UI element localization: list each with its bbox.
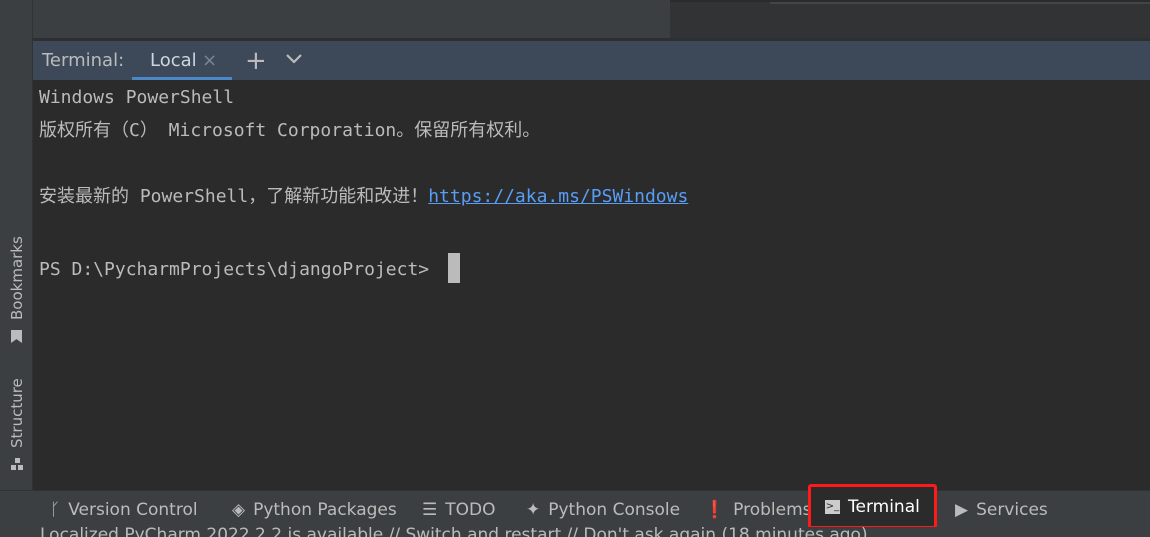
bookmarks-tab[interactable]: Bookmarks bbox=[8, 236, 26, 320]
tool-window-bar: ᚴ Version Control ◈ Python Packages ☰ TODO … bbox=[0, 484, 1150, 529]
terminal-header: Terminal: Local × + bbox=[33, 41, 1150, 80]
editor-area-right bbox=[670, 0, 1150, 38]
bookmark-icon bbox=[11, 330, 22, 343]
terminal-line: Windows PowerShell bbox=[39, 87, 235, 108]
cursor bbox=[447, 253, 460, 283]
terminal-output[interactable]: Windows PowerShell 版权所有（C） Microsoft Cor… bbox=[33, 80, 1150, 490]
editor-area bbox=[33, 0, 670, 38]
tab-local[interactable]: Local × bbox=[132, 41, 232, 80]
chevron-down-icon[interactable] bbox=[285, 50, 303, 68]
prompt-line[interactable]: PS D:\PycharmProjects\djangoProject> bbox=[39, 253, 1144, 286]
toolwindow-python-packages[interactable]: ◈ Python Packages bbox=[232, 491, 397, 528]
alert-icon: ❗ bbox=[704, 499, 726, 520]
toolwindow-terminal[interactable]: >_ Terminal bbox=[808, 484, 937, 529]
add-tab-button[interactable]: + bbox=[245, 46, 267, 76]
tab-label: Local bbox=[150, 50, 197, 71]
terminal-line: 版权所有（C） Microsoft Corporation。保留所有权利。 bbox=[39, 120, 541, 141]
status-message[interactable]: Localized PyCharm 2022.2.2 is available … bbox=[40, 527, 868, 537]
left-tool-strip: Bookmarks Structure bbox=[0, 0, 33, 490]
toolwindow-todo[interactable]: ☰ TODO bbox=[422, 491, 496, 528]
terminal-line: 安装最新的 PowerShell，了解新功能和改进！https://aka.ms… bbox=[39, 186, 689, 207]
layers-icon: ◈ bbox=[232, 499, 246, 520]
status-bar: Localized PyCharm 2022.2.2 is available … bbox=[0, 527, 1150, 537]
toolwindow-services[interactable]: ▶ Services bbox=[955, 491, 1048, 528]
toolwindow-problems[interactable]: ❗ Problems bbox=[704, 491, 812, 528]
structure-tab[interactable]: Structure bbox=[8, 378, 26, 448]
structure-icon bbox=[11, 458, 23, 470]
ps-link[interactable]: https://aka.ms/PSWindows bbox=[428, 186, 688, 207]
list-icon: ☰ bbox=[422, 499, 438, 520]
python-icon: ✦ bbox=[526, 499, 541, 520]
toolwindow-python-console[interactable]: ✦ Python Console bbox=[526, 491, 680, 528]
play-icon: ▶ bbox=[955, 499, 969, 520]
toolwindow-version-control[interactable]: ᚴ Version Control bbox=[50, 491, 198, 528]
terminal-label: Terminal: bbox=[42, 50, 125, 71]
close-icon[interactable]: × bbox=[202, 50, 217, 71]
branch-icon: ᚴ bbox=[50, 499, 61, 520]
terminal-icon: >_ bbox=[825, 499, 840, 514]
